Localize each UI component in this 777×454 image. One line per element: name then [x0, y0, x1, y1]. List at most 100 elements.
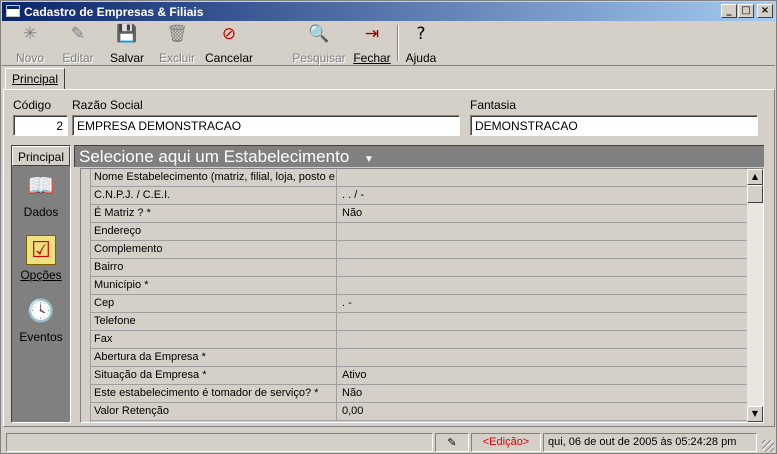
toolbar-separator: [397, 25, 399, 61]
cancelar-button[interactable]: ⊘ Cancelar: [202, 22, 256, 66]
grid-row-value[interactable]: [338, 277, 747, 294]
editar-label: Editar: [62, 51, 94, 65]
nav-item-dados[interactable]: 📖 Dados: [12, 172, 70, 232]
maximize-button[interactable]: □: [738, 4, 754, 18]
grid-row-value[interactable]: [338, 331, 747, 348]
grid-row[interactable]: Telefone: [81, 313, 747, 331]
grid-row[interactable]: Complemento: [81, 241, 747, 259]
grid-row-label: Abertura da Empresa *: [81, 349, 337, 366]
status-panel-empty: [6, 433, 433, 452]
grid-row[interactable]: Situação da Empresa * Ativo: [81, 367, 747, 385]
grid-row[interactable]: Abertura da Empresa *: [81, 349, 747, 367]
scroll-thumb[interactable]: [747, 185, 763, 203]
grid-row[interactable]: Cep . -: [81, 295, 747, 313]
book-icon: 📖: [27, 174, 55, 199]
grid-row-value[interactable]: [338, 313, 747, 330]
grid-row[interactable]: Este estabelecimento é tomador de serviç…: [81, 385, 747, 403]
exit-icon: ⇥: [364, 24, 380, 44]
status-bar: ✎ <Edição> qui, 06 de out de 2005 às 05:…: [2, 432, 775, 453]
chevron-down-icon: ▼: [364, 154, 374, 165]
grid-row[interactable]: Fax: [81, 331, 747, 349]
razao-social-label: Razão Social: [72, 98, 143, 112]
property-grid: Nome Estabelecimento (matriz, filial, lo…: [80, 168, 764, 423]
status-pen-panel: ✎: [435, 433, 469, 452]
grid-row[interactable]: Endereço: [81, 223, 747, 241]
side-nav: Principal 📖 Dados ☑ Opções 🕓 Eventos: [11, 145, 71, 423]
grid-row[interactable]: É Matriz ? * Não: [81, 205, 747, 223]
save-icon: 💾: [116, 24, 138, 44]
editar-button[interactable]: ✎ Editar: [57, 22, 99, 66]
checklist-icon: ☑: [26, 235, 56, 265]
novo-button[interactable]: ✳ Novo: [10, 22, 50, 66]
minimize-button[interactable]: _: [721, 4, 737, 18]
nav-item-opcoes-label: Opções: [20, 268, 62, 282]
tab-principal[interactable]: Principal: [5, 68, 66, 89]
help-icon: ?: [416, 24, 426, 44]
grid-row-value[interactable]: Não: [338, 205, 747, 222]
grid-row-value[interactable]: Não: [338, 385, 747, 402]
grid-row-label: Endereço: [81, 223, 337, 240]
ajuda-button[interactable]: ? Ajuda: [402, 22, 440, 66]
grid-row-value[interactable]: [338, 259, 747, 276]
grid-row[interactable]: Município *: [81, 277, 747, 295]
grid-row-value[interactable]: 0,00: [338, 403, 747, 420]
grid-row[interactable]: C.N.P.J. / C.E.I. . . / -: [81, 187, 747, 205]
scroll-down-button[interactable]: ▼: [747, 406, 763, 422]
status-datetime: qui, 06 de out de 2005 às 05:24:28 pm: [543, 433, 757, 452]
status-mode: <Edição>: [471, 433, 541, 452]
resize-grip[interactable]: [762, 440, 774, 452]
scroll-up-button[interactable]: ▲: [747, 169, 763, 185]
application-window: Cadastro de Empresas & Filiais _ □ × ✳ N…: [0, 0, 777, 454]
nav-header-principal[interactable]: Principal: [12, 146, 70, 166]
grid-row[interactable]: Valor Retenção 0,00: [81, 403, 747, 421]
establishment-selector[interactable]: Selecione aqui um Estabelecimento ▼: [74, 145, 764, 167]
pesquisar-button[interactable]: 🔍 Pesquisar: [289, 22, 349, 66]
grid-row-value[interactable]: . -: [338, 295, 747, 312]
toolbar: ✳ Novo ✎ Editar 💾 Salvar 🗑 Excluir ⊘ Can…: [2, 22, 775, 66]
fantasia-field[interactable]: DEMONSTRACAO: [470, 115, 758, 136]
grid-row[interactable]: Nome Estabelecimento (matriz, filial, lo…: [81, 169, 747, 187]
establishment-selector-label: Selecione aqui um Estabelecimento: [79, 147, 350, 166]
salvar-label: Salvar: [109, 51, 144, 65]
codigo-field[interactable]: 2: [13, 115, 68, 136]
grid-row-label: Situação da Empresa *: [81, 367, 337, 384]
nav-item-eventos[interactable]: 🕓 Eventos: [12, 297, 70, 357]
grid-row-value[interactable]: [338, 223, 747, 240]
window-title: Cadastro de Empresas & Filiais: [24, 5, 204, 19]
grid-row-value[interactable]: [338, 241, 747, 258]
cancelar-label: Cancelar: [204, 51, 254, 65]
fechar-button[interactable]: ⇥ Fechar: [350, 22, 394, 66]
grid-row-gutter: [81, 169, 91, 422]
grid-row-label: Este estabelecimento é tomador de serviç…: [81, 385, 337, 402]
grid-row-label: Telefone: [81, 313, 337, 330]
tab-principal-label: Principal: [12, 72, 59, 86]
grid-vertical-scrollbar[interactable]: ▲ ▼: [747, 169, 763, 422]
pesquisar-label: Pesquisar: [292, 51, 346, 65]
grid-row-value[interactable]: Ativo: [338, 367, 747, 384]
window-app-icon: [6, 5, 20, 17]
edit-icon: ✎: [70, 24, 86, 44]
razao-social-field[interactable]: EMPRESA DEMONSTRACAO: [72, 115, 460, 136]
nav-item-eventos-label: Eventos: [19, 330, 63, 344]
grid-row-label: Valor Retenção: [81, 403, 337, 420]
grid-row-label: C.N.P.J. / C.E.I.: [81, 187, 337, 204]
pen-icon: ✎: [447, 437, 457, 449]
nav-item-opcoes[interactable]: ☑ Opções: [12, 235, 70, 295]
close-window-button[interactable]: ×: [757, 4, 773, 18]
nav-item-dados-label: Dados: [23, 205, 59, 219]
grid-row-value[interactable]: . . / -: [338, 187, 747, 204]
salvar-button[interactable]: 💾 Salvar: [106, 22, 148, 66]
grid-row-label: Bairro: [81, 259, 337, 276]
grid-row-value[interactable]: [338, 169, 747, 186]
search-icon: 🔍: [308, 24, 330, 44]
excluir-button[interactable]: 🗑 Excluir: [154, 22, 200, 66]
grid-row-label: Fax: [81, 331, 337, 348]
calendar-clock-icon: 🕓: [27, 299, 55, 324]
grid-row-value[interactable]: [338, 349, 747, 366]
grid-row-label: É Matriz ? *: [81, 205, 337, 222]
new-record-icon: ✳: [22, 24, 38, 44]
grid-row-label: Complemento: [81, 241, 337, 258]
grid-row-label: Município *: [81, 277, 337, 294]
grid-row[interactable]: Bairro: [81, 259, 747, 277]
title-bar: Cadastro de Empresas & Filiais _ □ ×: [2, 2, 775, 21]
